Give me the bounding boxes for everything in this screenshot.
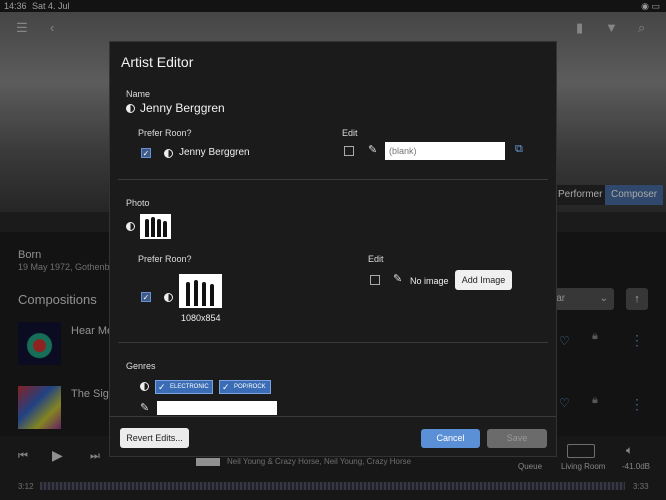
genre-tag-label: POP/ROCK — [234, 384, 266, 390]
source-indicator-icon — [126, 222, 135, 231]
roon-name-value: Jenny Berggren — [179, 147, 250, 158]
pencil-icon: ✎ — [140, 402, 150, 414]
revert-edits-button[interactable]: Revert Edits... — [120, 428, 189, 448]
artist-editor-dialog: Artist Editor Name Jenny Berggren Prefer… — [109, 41, 557, 457]
footer-divider — [110, 416, 556, 417]
source-indicator-icon — [126, 104, 135, 113]
genre-tag[interactable]: ✓ ELECTRONIC — [155, 380, 213, 394]
roon-source-icon — [164, 149, 173, 158]
name-label: Name — [126, 89, 151, 99]
section-divider — [118, 342, 548, 343]
pencil-icon: ✎ — [393, 273, 403, 285]
genre-input[interactable] — [157, 401, 277, 415]
roon-photo — [179, 274, 222, 308]
edit-name-checkbox[interactable] — [344, 146, 354, 156]
add-image-button[interactable]: Add Image — [455, 270, 512, 290]
no-image-label: No image — [410, 276, 449, 286]
genre-tag[interactable]: ✓ POP/ROCK — [219, 380, 271, 394]
dialog-title: Artist Editor — [121, 54, 194, 70]
edit-photo-checkbox[interactable] — [370, 275, 380, 285]
name-current-value: Jenny Berggren — [140, 101, 225, 115]
cancel-button[interactable]: Cancel — [421, 429, 480, 448]
current-photo — [140, 214, 171, 239]
copy-icon[interactable]: ⧉ — [515, 143, 523, 156]
prefer-roon-label: Prefer Roon? — [138, 128, 192, 138]
prefer-roon-label: Prefer Roon? — [138, 254, 192, 264]
genres-label: Genres — [126, 361, 156, 371]
source-indicator-icon — [140, 382, 149, 391]
roon-photo-dimensions: 1080x854 — [181, 313, 221, 323]
section-divider — [118, 179, 548, 180]
name-edit-input[interactable] — [385, 142, 505, 160]
edit-label: Edit — [368, 254, 384, 264]
prefer-roon-photo-checkbox[interactable]: ✓ — [141, 292, 151, 302]
check-icon: ✓ — [222, 382, 230, 392]
check-icon: ✓ — [158, 382, 166, 392]
roon-source-icon — [164, 293, 173, 302]
prefer-roon-name-checkbox[interactable]: ✓ — [141, 148, 151, 158]
photo-label: Photo — [126, 198, 150, 208]
genre-tag-label: ELECTRONIC — [170, 384, 209, 390]
edit-label: Edit — [342, 128, 358, 138]
pencil-icon: ✎ — [368, 144, 378, 156]
save-button[interactable]: Save — [487, 429, 547, 448]
